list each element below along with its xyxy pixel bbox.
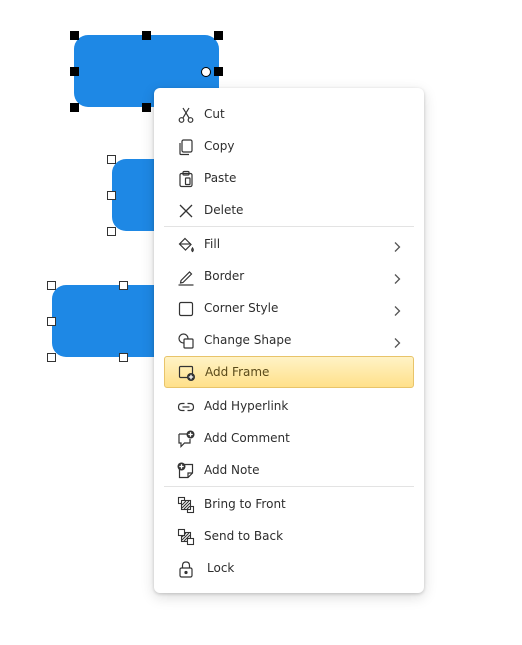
menu-item-label: Send to Back bbox=[204, 529, 284, 543]
change-shape-icon bbox=[177, 332, 195, 350]
chevron-right-icon bbox=[392, 302, 402, 316]
menu-item-paste[interactable]: Paste bbox=[164, 162, 414, 194]
menu-item-add-frame[interactable]: Add Frame bbox=[164, 356, 414, 388]
context-menu: Cut Copy Paste Delete Fill Border Corner… bbox=[154, 88, 424, 593]
resize-handle[interactable] bbox=[107, 227, 116, 236]
resize-handle[interactable] bbox=[47, 317, 56, 326]
menu-item-label: Add Frame bbox=[205, 365, 270, 379]
resize-handle[interactable] bbox=[107, 191, 116, 200]
link-icon bbox=[177, 398, 195, 416]
menu-item-cut[interactable]: Cut bbox=[164, 98, 414, 130]
menu-item-label: Border bbox=[204, 269, 245, 283]
add-note-icon bbox=[177, 462, 195, 480]
bring-to-front-icon bbox=[177, 496, 195, 514]
add-comment-icon bbox=[177, 430, 195, 448]
menu-item-lock[interactable]: Lock bbox=[164, 552, 414, 584]
menu-item-label: Add Note bbox=[204, 463, 260, 477]
chevron-right-icon bbox=[392, 270, 402, 284]
scissors-icon bbox=[177, 106, 195, 124]
resize-handle[interactable] bbox=[214, 67, 223, 76]
menu-item-label: Bring to Front bbox=[204, 497, 286, 511]
menu-item-label: Fill bbox=[204, 237, 221, 251]
pen-icon bbox=[177, 268, 195, 286]
add-frame-icon bbox=[178, 364, 196, 382]
menu-item-add-hyperlink[interactable]: Add Hyperlink bbox=[164, 390, 414, 422]
menu-item-label: Lock bbox=[207, 561, 235, 575]
menu-item-label: Cut bbox=[204, 107, 225, 121]
resize-handle[interactable] bbox=[214, 31, 223, 40]
resize-handle[interactable] bbox=[142, 103, 151, 112]
resize-handle[interactable] bbox=[47, 281, 56, 290]
menu-item-copy[interactable]: Copy bbox=[164, 130, 414, 162]
resize-handle[interactable] bbox=[70, 67, 79, 76]
clipboard-icon bbox=[177, 170, 195, 188]
resize-handle[interactable] bbox=[107, 155, 116, 164]
menu-item-fill[interactable]: Fill bbox=[164, 228, 414, 260]
close-x-icon bbox=[177, 202, 195, 220]
paint-bucket-icon bbox=[177, 236, 195, 254]
menu-item-change-shape[interactable]: Change Shape bbox=[164, 324, 414, 356]
menu-item-label: Paste bbox=[204, 171, 237, 185]
rotate-handle-icon[interactable] bbox=[201, 67, 211, 77]
menu-item-add-comment[interactable]: Add Comment bbox=[164, 422, 414, 454]
menu-item-label: Copy bbox=[204, 139, 235, 153]
menu-item-border[interactable]: Border bbox=[164, 260, 414, 292]
resize-handle[interactable] bbox=[119, 281, 128, 290]
menu-item-send-to-back[interactable]: Send to Back bbox=[164, 520, 414, 552]
lock-icon bbox=[177, 560, 195, 578]
copy-icon bbox=[177, 138, 195, 156]
menu-item-label: Corner Style bbox=[204, 301, 279, 315]
menu-item-label: Delete bbox=[204, 203, 244, 217]
resize-handle[interactable] bbox=[70, 31, 79, 40]
resize-handle[interactable] bbox=[119, 353, 128, 362]
menu-item-label: Change Shape bbox=[204, 333, 292, 347]
menu-item-label: Add Comment bbox=[204, 431, 290, 445]
resize-handle[interactable] bbox=[142, 31, 151, 40]
menu-item-corner-style[interactable]: Corner Style bbox=[164, 292, 414, 324]
menu-item-label: Add Hyperlink bbox=[204, 399, 289, 413]
menu-separator bbox=[164, 226, 414, 227]
menu-item-add-note[interactable]: Add Note bbox=[164, 454, 414, 486]
chevron-right-icon bbox=[392, 334, 402, 348]
menu-item-bring-to-front[interactable]: Bring to Front bbox=[164, 488, 414, 520]
chevron-right-icon bbox=[392, 238, 402, 252]
send-to-back-icon bbox=[177, 528, 195, 546]
resize-handle[interactable] bbox=[47, 353, 56, 362]
resize-handle[interactable] bbox=[70, 103, 79, 112]
menu-item-delete[interactable]: Delete bbox=[164, 194, 414, 226]
menu-separator bbox=[164, 486, 414, 487]
square-corner-icon bbox=[177, 300, 195, 318]
